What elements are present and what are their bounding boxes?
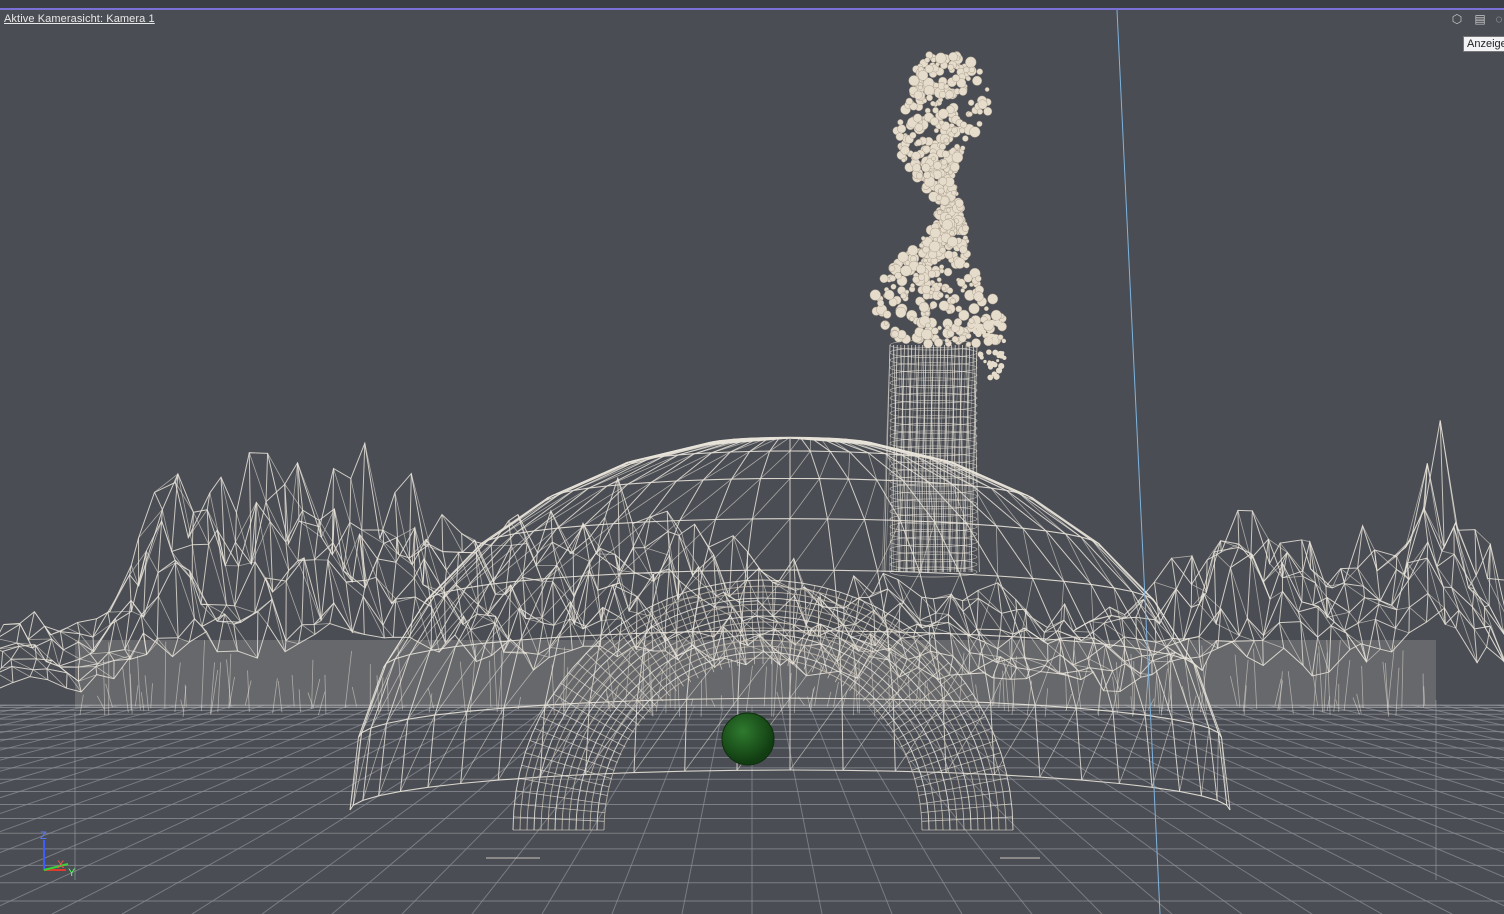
scene-canvas[interactable]: [0, 0, 1504, 914]
viewport-layout-icon[interactable]: ▤: [1473, 12, 1487, 26]
display-mode-icon[interactable]: ⬡: [1450, 12, 1464, 26]
cylinder-wireframe: [881, 339, 980, 578]
y-axis-label: Y: [68, 867, 76, 879]
3d-viewport[interactable]: Aktive Kamerasicht: Kamera 1 ⬡ ▤ ◌ Anzei…: [0, 0, 1504, 914]
z-axis-label: Z: [40, 830, 47, 842]
viewport-options-icon[interactable]: ◌: [1494, 12, 1504, 26]
particle-smoke: [869, 51, 1007, 381]
axis-gizmo: Z X Y: [40, 830, 76, 879]
x-axis-label: X: [57, 859, 65, 871]
camera-guide-line: [1116, 9, 1161, 914]
tooltip: Anzeige: [1463, 36, 1504, 52]
terrain-wireframe: [0, 420, 1504, 717]
sphere-object[interactable]: [721, 712, 775, 766]
active-camera-label[interactable]: Aktive Kamerasicht: Kamera 1: [4, 13, 155, 25]
